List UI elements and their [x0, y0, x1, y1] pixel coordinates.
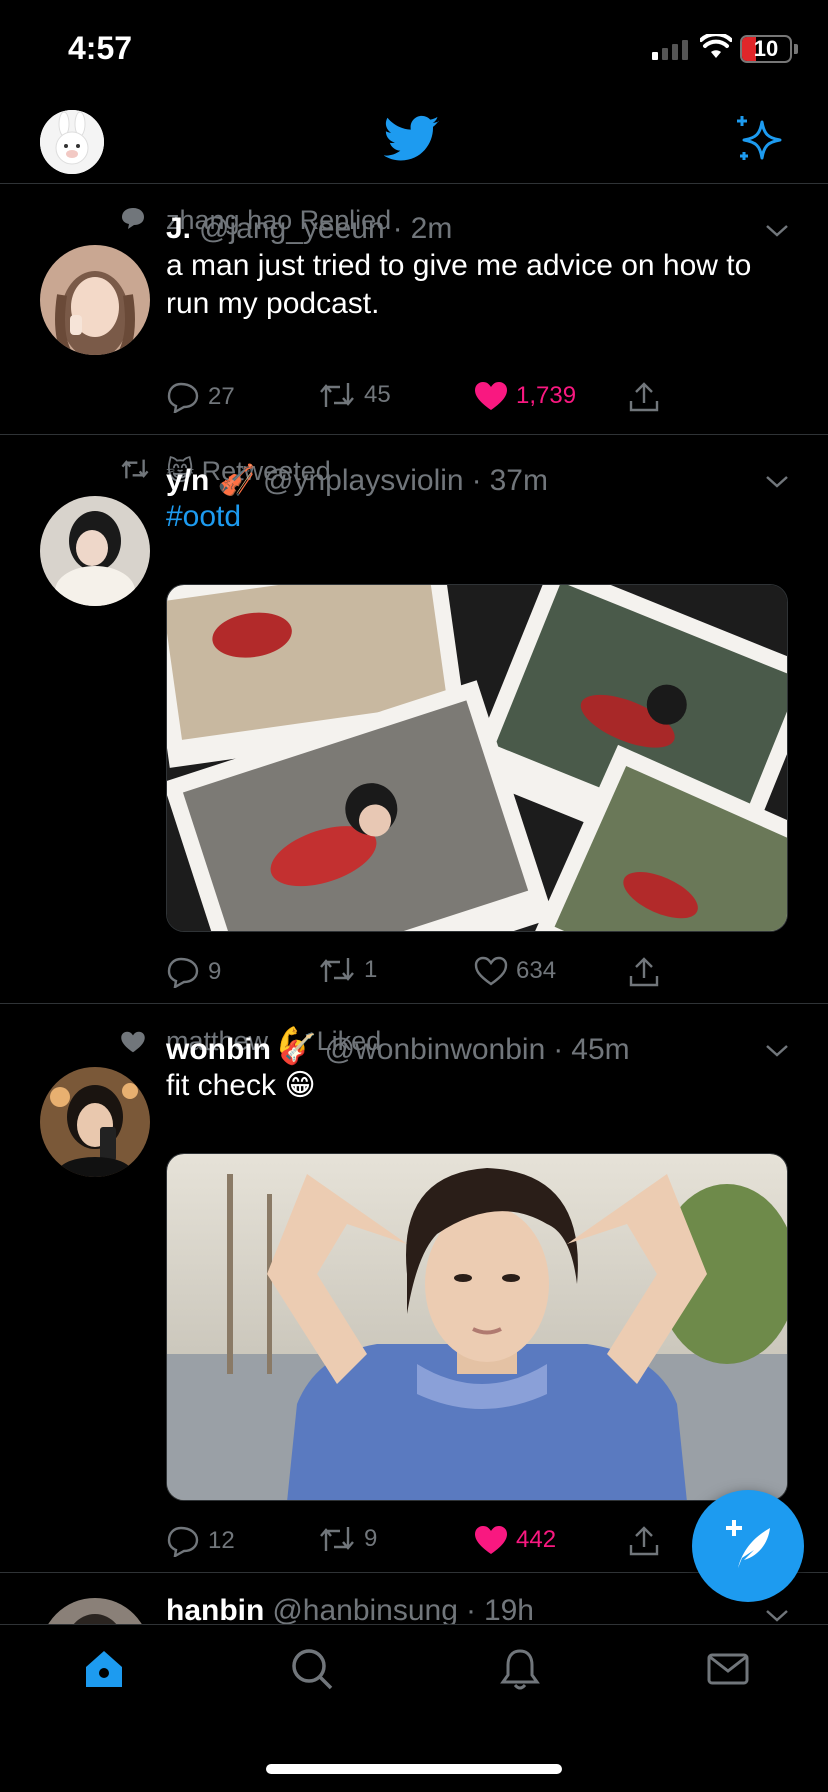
notifications-icon[interactable] — [498, 1647, 542, 1691]
retweet-icon — [320, 958, 354, 982]
compose-tweet-button[interactable] — [692, 1490, 804, 1602]
battery-icon: 10 — [740, 35, 792, 63]
share-button[interactable] — [628, 1525, 660, 1557]
profile-avatar[interactable] — [40, 110, 104, 174]
avatar[interactable] — [40, 1598, 150, 1624]
top-nav — [0, 100, 828, 184]
share-button[interactable] — [628, 381, 660, 413]
share-icon — [629, 1526, 659, 1556]
reply-icon — [167, 382, 199, 413]
tweet-header: wonbin 🎸 @wonbinwonbin · 45m — [166, 1032, 630, 1067]
user-handle[interactable]: @hanbinsung — [272, 1594, 458, 1624]
share-icon — [629, 957, 659, 987]
tweet-actions: 27 45 1,739 — [166, 381, 666, 417]
tweet-image[interactable] — [166, 584, 788, 932]
tweet[interactable]: zhang hao Replied J. @jang_yeeun · 2m a … — [0, 185, 828, 435]
display-name[interactable]: hanbin — [166, 1594, 264, 1624]
cellular-signal-icon — [652, 38, 688, 60]
timestamp: 37m — [489, 463, 548, 497]
avatar[interactable] — [40, 245, 150, 355]
chevron-down-icon[interactable] — [764, 1608, 790, 1624]
share-icon — [629, 382, 659, 412]
share-button[interactable] — [628, 956, 660, 988]
wifi-icon — [700, 34, 732, 58]
retweet-button[interactable]: 45 — [318, 381, 391, 409]
avatar[interactable] — [40, 496, 150, 606]
tweet[interactable]: 😸 Retweeted y/n 🎻 @ynplaysviolin · 37m #… — [0, 436, 828, 1004]
heart-filled-icon — [475, 382, 507, 410]
retweet-icon — [121, 459, 149, 479]
timestamp: 2m — [410, 212, 453, 245]
reply-button[interactable]: 27 — [166, 381, 235, 413]
like-button[interactable]: 634 — [474, 956, 556, 986]
status-bar: 4:57 10 — [0, 0, 828, 100]
display-name[interactable]: J. — [166, 212, 191, 246]
tweet-header: hanbin @hanbinsung · 19h — [166, 1594, 534, 1624]
avatar[interactable] — [40, 1067, 150, 1177]
status-time: 4:57 — [68, 30, 133, 66]
heart-filled-icon — [475, 1526, 507, 1554]
reply-icon — [167, 1526, 199, 1557]
tweet-image[interactable] — [166, 1153, 788, 1501]
display-name[interactable]: wonbin 🎸 — [166, 1032, 317, 1067]
retweet-button[interactable]: 1 — [318, 956, 377, 984]
heart-filled-icon — [121, 1031, 145, 1053]
reply-button[interactable]: 12 — [166, 1525, 235, 1557]
home-indicator — [266, 1764, 562, 1774]
compose-feather-icon — [726, 1520, 770, 1568]
tweet-header-2: y/n 🎻 @ynplaysviolin · 37m — [166, 463, 548, 498]
messages-icon[interactable] — [706, 1647, 750, 1691]
reply-bubble-icon — [122, 208, 144, 229]
display-name[interactable]: y/n 🎻 — [166, 463, 255, 498]
user-handle[interactable]: @jang_yeeun — [199, 212, 385, 246]
chevron-down-icon[interactable] — [764, 474, 790, 490]
retweet-button[interactable]: 9 — [318, 1525, 377, 1553]
home-icon[interactable] — [82, 1647, 126, 1691]
retweet-icon — [320, 1527, 354, 1551]
timestamp: 45m — [571, 1032, 630, 1066]
battery-level: 10 — [753, 36, 779, 61]
twitter-bird-icon[interactable] — [384, 114, 440, 164]
tweet-text: fit check 😁 — [166, 1069, 316, 1102]
hashtag-link[interactable]: #ootd — [166, 498, 786, 536]
reply-button[interactable]: 9 — [166, 956, 221, 988]
user-handle[interactable]: @ynplaysviolin — [263, 464, 464, 498]
tweet[interactable]: matthew 💪 Liked wonbin 🎸 @wonbinwonbin ·… — [0, 1005, 828, 1573]
chevron-down-icon[interactable] — [764, 1043, 790, 1059]
user-handle[interactable]: @wonbinwonbin — [325, 1033, 546, 1067]
reply-icon — [167, 957, 199, 988]
sparkle-icon[interactable] — [734, 114, 784, 164]
tweet-actions: 12 9 442 — [166, 1525, 666, 1561]
like-button[interactable]: 442 — [474, 1525, 556, 1555]
chevron-down-icon[interactable] — [764, 223, 790, 239]
timestamp: 19h — [483, 1594, 534, 1624]
tweet-header: J. @jang_yeeun · 2m — [166, 212, 453, 246]
heart-outline-icon — [474, 956, 508, 986]
tweet-actions: 9 1 634 — [166, 956, 666, 992]
like-button[interactable]: 1,739 — [474, 381, 576, 411]
tweet-text: a man just tried to give me advice on ho… — [166, 249, 752, 320]
search-icon[interactable] — [290, 1647, 334, 1691]
retweet-icon — [320, 383, 354, 407]
